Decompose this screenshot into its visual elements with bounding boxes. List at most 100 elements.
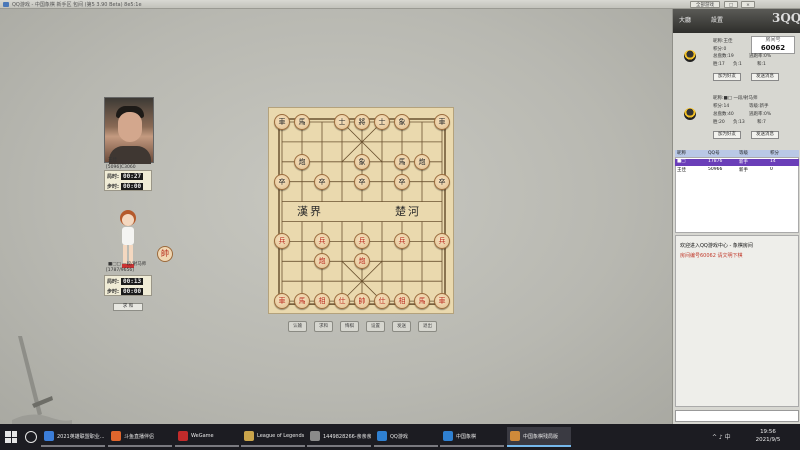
opponent-avatar[interactable] (104, 97, 154, 164)
table-row[interactable]: ■□ 17876 新手 14 (675, 159, 799, 166)
clock[interactable]: 19:56 2021/9/5 (744, 428, 792, 444)
chat-message: 房间编号60062 请文明下棋 (680, 253, 743, 259)
taskbar-item[interactable]: 中国象棋残局版 (507, 427, 571, 447)
opponent-name: 王佳 (108, 158, 117, 163)
black-piece[interactable]: 炮 (294, 153, 310, 170)
black-piece[interactable]: 卒 (314, 173, 330, 190)
opponent-timer: 局时: 00:27 步时: 00:00 (104, 170, 152, 191)
clock-time: 19:56 (760, 429, 776, 435)
send-message-button-1[interactable]: 发送消息 (751, 73, 779, 81)
taskbar-item[interactable]: WeGame (175, 427, 239, 447)
all-games-button[interactable]: 全部游戏 (690, 1, 720, 8)
offer-draw-button[interactable]: 求 和 (113, 303, 143, 311)
table-row[interactable]: 王佳 50966 新手 0 (675, 167, 799, 174)
chat-log[interactable]: 欢迎进入QQ游戏中心 - 象棋房间 房间编号60062 请文明下棋 (675, 235, 799, 407)
red-piece[interactable]: 帥 (354, 293, 370, 310)
black-piece[interactable]: 卒 (434, 173, 450, 190)
black-piece[interactable]: 車 (274, 114, 290, 130)
clock-date: 2021/9/5 (755, 437, 781, 443)
river-left-label: 漢界 (297, 205, 323, 218)
chat-message: 欢迎进入QQ游戏中心 - 象棋房间 (680, 243, 753, 249)
taskbar-item[interactable]: 2021英雄联盟职业... (41, 427, 105, 447)
sword-decoration-icon (12, 336, 72, 426)
red-piece[interactable]: 車 (274, 293, 290, 310)
add-friend-button-1[interactable]: 加为好友 (713, 73, 741, 81)
send-message-button-2[interactable]: 发送消息 (751, 131, 779, 139)
opponent-step-time: 00:00 (121, 182, 144, 190)
taskbar-item[interactable]: 斗鱼直播伴侣 (108, 427, 172, 447)
river-right-label: 楚河 (395, 205, 421, 218)
game-area: 王佳 [5096]C3060 局时: 00:27 步时: 00:00 帥 ■□□ 一… (0, 9, 672, 426)
undo-button[interactable]: 悔棋 (340, 321, 359, 332)
black-piece[interactable]: 士 (334, 114, 350, 130)
player-timer: 局时: 00:13 步时: 00:00 (104, 275, 152, 296)
panel-header: 大廳 設置 3QQ (673, 9, 800, 33)
app-icon (510, 431, 520, 441)
black-piece[interactable]: 炮 (414, 153, 430, 170)
player-step-time: 00:00 (121, 287, 144, 295)
settings-button[interactable]: 设置 (366, 321, 385, 332)
draw-button[interactable]: 求和 (314, 321, 333, 332)
chat-input[interactable] (675, 410, 799, 422)
taskbar-item-label: QQ游戏 (390, 433, 408, 440)
black-piece[interactable]: 車 (434, 114, 450, 130)
black-piece[interactable]: 卒 (394, 173, 410, 190)
taskbar-item-label: 1449828266-亲亲亲 (323, 433, 371, 440)
close-button[interactable]: × (741, 1, 755, 8)
player-id: [1787/9656] (106, 268, 134, 273)
game-controls: 认输 求和 悔棋 设置 发送 退出 (288, 321, 437, 332)
taskbar-item[interactable]: 中国象棋 (440, 427, 504, 447)
app-icon (377, 431, 387, 441)
taskbar-item[interactable]: 1449828266-亲亲亲 (307, 427, 371, 447)
send-button[interactable]: 发送 (392, 321, 411, 332)
black-piece[interactable]: 馬 (294, 114, 310, 130)
panel-settings-button[interactable]: 設置 (711, 15, 723, 24)
app-icon (244, 431, 254, 441)
red-piece[interactable]: 馬 (294, 293, 310, 310)
search-icon[interactable] (25, 431, 37, 443)
minimize-button[interactable]: □ (724, 1, 738, 8)
black-piece[interactable]: 將 (354, 114, 370, 130)
taskbar-item-label: League of Legends (257, 433, 305, 439)
red-piece[interactable]: 相 (394, 293, 410, 310)
taskbar-item-label: 2021英雄联盟职业... (57, 433, 105, 440)
taskbar-item-label: 中国象棋残局版 (523, 433, 559, 440)
app-icon (310, 431, 320, 441)
player-game-time: 00:13 (121, 277, 144, 285)
window-title: QQ游戏 - 中国象棋 新手区 包间 (第5 3.90 Beta) 8e5:1e (12, 2, 142, 8)
qq-penguin-icon (684, 108, 696, 120)
qq-penguin-icon (684, 50, 696, 62)
black-piece[interactable]: 象 (394, 114, 410, 130)
taskbar-item-label: 中国象棋 (456, 433, 477, 440)
red-piece[interactable]: 馬 (414, 293, 430, 310)
taskbar-item[interactable]: League of Legends (241, 427, 305, 447)
red-piece[interactable]: 仕 (374, 293, 390, 310)
game-logo: 3QQ (772, 11, 800, 25)
black-piece[interactable]: 卒 (354, 173, 370, 190)
windows-taskbar: 2021英雄联盟职业... 斗鱼直播伴侣 WeGame League of Legen… (0, 424, 800, 450)
red-piece[interactable]: 仕 (334, 293, 350, 310)
black-piece[interactable]: 卒 (274, 173, 290, 190)
red-piece[interactable]: 車 (434, 293, 450, 310)
app-icon (443, 431, 453, 441)
resign-button[interactable]: 认输 (288, 321, 307, 332)
xiangqi-board[interactable]: 漢界 楚河 車馬士將士象車象炮馬炮卒卒卒卒卒兵兵兵兵兵炮炮車馬相仕帥仕相馬車 (268, 107, 454, 314)
red-side-badge: 帥 (157, 246, 173, 262)
black-piece[interactable]: 象 (354, 153, 370, 170)
player-name: ■□□ 一段/射马师 (108, 262, 147, 267)
red-piece[interactable]: 相 (314, 293, 330, 310)
lobby-button[interactable]: 大廳 (679, 15, 691, 24)
taskbar-item-label: 斗鱼直播伴侣 (124, 433, 155, 440)
app-icon (111, 431, 121, 441)
add-friend-button-2[interactable]: 加为好友 (713, 131, 741, 139)
taskbar-item[interactable]: QQ游戏 (374, 427, 438, 447)
taskbar-item-label: WeGame (191, 433, 214, 439)
window-titlebar: QQ游戏 - 中国象棋 新手区 包间 (第5 3.90 Beta) 8e5:1e… (0, 0, 800, 9)
app-icon (44, 431, 54, 441)
black-piece[interactable]: 馬 (394, 153, 410, 170)
black-piece[interactable]: 士 (374, 114, 390, 130)
exit-button[interactable]: 退出 (418, 321, 437, 332)
system-tray[interactable]: ^ ♪ 中 (712, 432, 731, 441)
windows-start-icon[interactable] (5, 431, 17, 443)
side-panel: 大廳 設置 3QQ 房间号 60062 昵称:王佳 积分:0 总盘数:19 逃跑… (672, 9, 800, 424)
